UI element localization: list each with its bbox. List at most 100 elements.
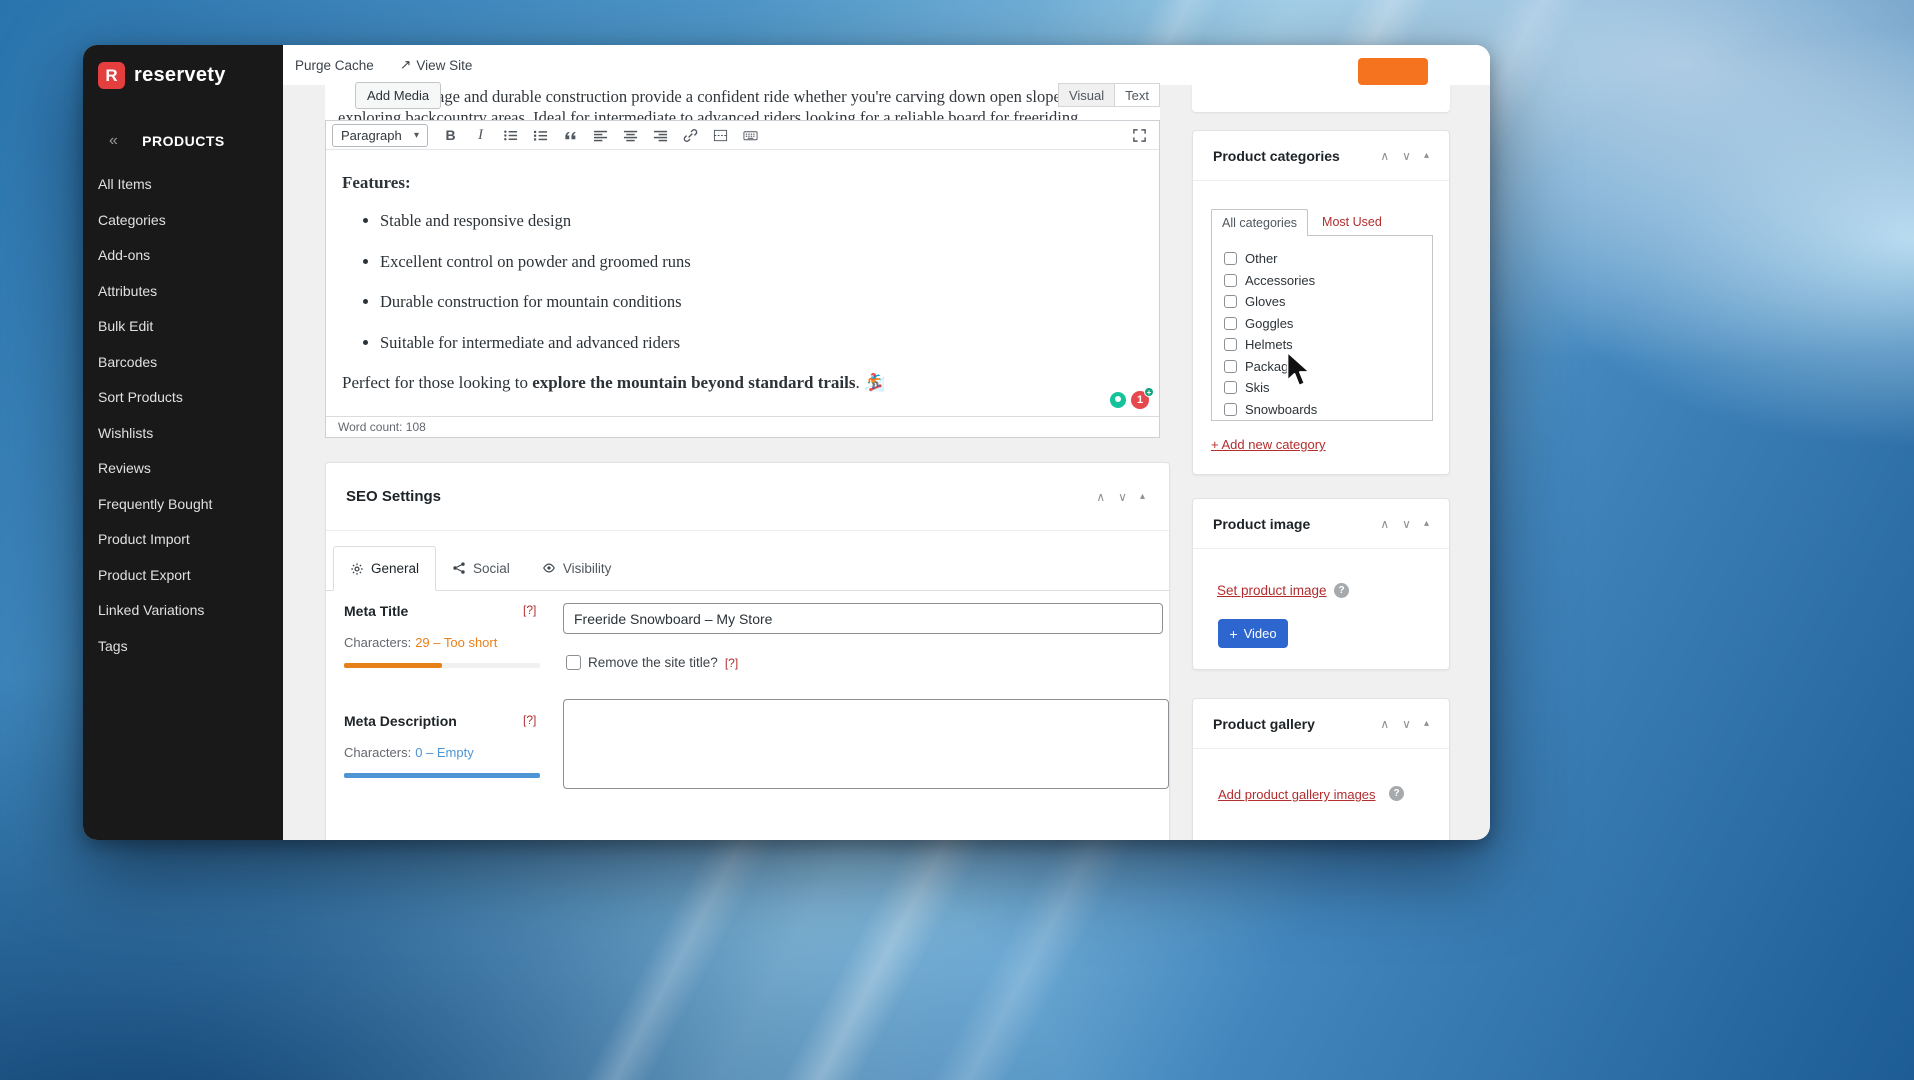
meta-title-characters: Characters: 29 – Too short	[344, 635, 497, 650]
sidebar-item-frequently-bought[interactable]: Frequently Bought	[83, 487, 283, 523]
gallery-panel-title: Product gallery	[1213, 715, 1315, 732]
meta-description-help-link[interactable]: [?]	[523, 713, 536, 727]
category-checkbox[interactable]	[1224, 252, 1237, 266]
category-checkbox[interactable]	[1224, 381, 1237, 395]
keyboard-shortcuts-button[interactable]	[737, 123, 764, 147]
sidebar-item-sort-products[interactable]: Sort Products	[83, 380, 283, 416]
sidebar-item-attributes[interactable]: Attributes	[83, 274, 283, 310]
fullscreen-button[interactable]	[1126, 123, 1153, 147]
sidebar-item-product-export[interactable]: Product Export	[83, 558, 283, 594]
features-list: Stable and responsive design Excellent c…	[380, 211, 1143, 353]
tab-all-categories[interactable]: All categories	[1211, 209, 1309, 236]
panel-toggle-icon[interactable]: ▴	[1140, 491, 1145, 502]
move-up-icon[interactable]: ∧	[1380, 149, 1389, 163]
category-row-gloves: Gloves	[1224, 291, 1432, 313]
panel-toggle-icon[interactable]: ▴	[1424, 718, 1429, 729]
category-checkbox[interactable]	[1224, 316, 1237, 330]
categories-panel-controls: ∧ ∨ ▴	[1380, 149, 1429, 163]
add-video-button[interactable]: + Video	[1218, 619, 1288, 648]
sidebar-collapse-icon[interactable]: «	[109, 132, 118, 150]
add-new-category-link[interactable]: + Add new category	[1211, 437, 1326, 452]
align-left-button[interactable]	[587, 123, 614, 147]
tab-visibility[interactable]: Visibility	[526, 546, 628, 590]
image-panel-controls: ∧ ∨ ▴	[1380, 517, 1429, 531]
sidebar-item-product-import[interactable]: Product Import	[83, 522, 283, 558]
tab-social[interactable]: Social	[436, 546, 526, 590]
category-checkbox[interactable]	[1224, 359, 1237, 373]
tab-visibility-label: Visibility	[562, 560, 612, 576]
bold-button[interactable]: B	[437, 123, 464, 147]
eye-icon	[542, 563, 555, 573]
gallery-panel-header: Product gallery ∧ ∨ ▴	[1193, 699, 1449, 749]
remove-site-title-checkbox[interactable]	[566, 655, 581, 670]
meta-title-help-link[interactable]: [?]	[523, 603, 536, 617]
keyboard-icon	[743, 130, 758, 140]
view-site-link[interactable]: ↗ View Site	[400, 45, 472, 85]
tab-social-label: Social	[473, 560, 510, 576]
meta-title-input[interactable]	[563, 603, 1163, 634]
add-media-button[interactable]: Add Media	[355, 82, 442, 109]
paragraph-style-select[interactable]: Paragraph ▾	[332, 123, 428, 147]
move-down-icon[interactable]: ∨	[1402, 517, 1411, 531]
grammarly-icon[interactable]	[1110, 392, 1126, 408]
features-heading: Features:	[342, 173, 411, 192]
italic-button[interactable]: I	[467, 123, 494, 147]
publish-panel-fragment	[1192, 58, 1450, 112]
meta-title-label: Meta Title	[344, 603, 409, 619]
sidebar-item-bulk-edit[interactable]: Bulk Edit	[83, 309, 283, 345]
logo-icon: R	[98, 62, 125, 89]
numbered-list-button[interactable]	[527, 123, 554, 147]
category-checkbox[interactable]	[1224, 295, 1237, 309]
move-up-icon[interactable]: ∧	[1380, 517, 1389, 531]
read-more-button[interactable]	[707, 123, 734, 147]
move-down-icon[interactable]: ∨	[1402, 149, 1411, 163]
category-checkbox[interactable]	[1224, 402, 1237, 416]
tab-most-used[interactable]: Most Used	[1322, 215, 1382, 236]
sidebar-nav: All Items Categories Add-ons Attributes …	[83, 167, 283, 664]
sidebar-item-categories[interactable]: Categories	[83, 203, 283, 239]
sidebar-item-linked-variations[interactable]: Linked Variations	[83, 593, 283, 629]
category-checkbox[interactable]	[1224, 338, 1237, 352]
seo-settings-panel: SEO Settings ∧ ∨ ▴ General Social Visibi…	[325, 462, 1170, 840]
bullet-list-button[interactable]	[497, 123, 524, 147]
update-button-partial[interactable]	[1358, 58, 1428, 85]
category-row-skis: Skis	[1224, 377, 1432, 399]
align-right-button[interactable]	[647, 123, 674, 147]
help-icon[interactable]: ?	[1389, 786, 1404, 801]
read-more-icon	[713, 129, 728, 141]
panel-toggle-icon[interactable]: ▴	[1424, 518, 1429, 529]
tab-visual[interactable]: Visual	[1057, 83, 1115, 107]
sidebar-item-wishlists[interactable]: Wishlists	[83, 416, 283, 452]
move-down-icon[interactable]: ∨	[1402, 717, 1411, 731]
logo[interactable]: R reservety	[98, 62, 226, 89]
align-center-button[interactable]	[617, 123, 644, 147]
remove-site-title-help-link[interactable]: [?]	[725, 656, 738, 670]
move-up-icon[interactable]: ∧	[1380, 717, 1389, 731]
tab-text[interactable]: Text	[1114, 83, 1160, 107]
sidebar-item-reviews[interactable]: Reviews	[83, 451, 283, 487]
editor-content[interactable]: Features: Stable and responsive design E…	[326, 150, 1159, 416]
sidebar-item-add-ons[interactable]: Add-ons	[83, 238, 283, 274]
panel-toggle-icon[interactable]: ▴	[1424, 150, 1429, 161]
sidebar-item-barcodes[interactable]: Barcodes	[83, 345, 283, 381]
link-icon	[683, 128, 698, 142]
word-count: Word count: 108	[338, 420, 426, 434]
suggestion-count-badge[interactable]: 1 +	[1131, 387, 1154, 409]
category-checkbox[interactable]	[1224, 273, 1237, 287]
tab-general[interactable]: General	[333, 546, 437, 591]
add-gallery-images-link[interactable]: Add product gallery images	[1218, 787, 1376, 802]
purge-cache-link[interactable]: Purge Cache	[295, 45, 374, 85]
closing-suffix: . 🏂	[855, 373, 886, 392]
help-icon[interactable]: ?	[1334, 583, 1349, 598]
blockquote-button[interactable]	[557, 123, 584, 147]
characters-value: 29 – Too short	[415, 635, 498, 650]
meta-description-textarea[interactable]	[563, 699, 1169, 789]
sidebar-item-tags[interactable]: Tags	[83, 629, 283, 665]
set-product-image-link[interactable]: Set product image	[1217, 583, 1327, 598]
link-button[interactable]	[677, 123, 704, 147]
move-down-icon[interactable]: ∨	[1118, 490, 1127, 504]
move-up-icon[interactable]: ∧	[1096, 490, 1105, 504]
seo-panel-controls: ∧ ∨ ▴	[1096, 490, 1145, 504]
sidebar-item-all-items[interactable]: All Items	[83, 167, 283, 203]
suggestion-count: 1	[1136, 394, 1144, 406]
